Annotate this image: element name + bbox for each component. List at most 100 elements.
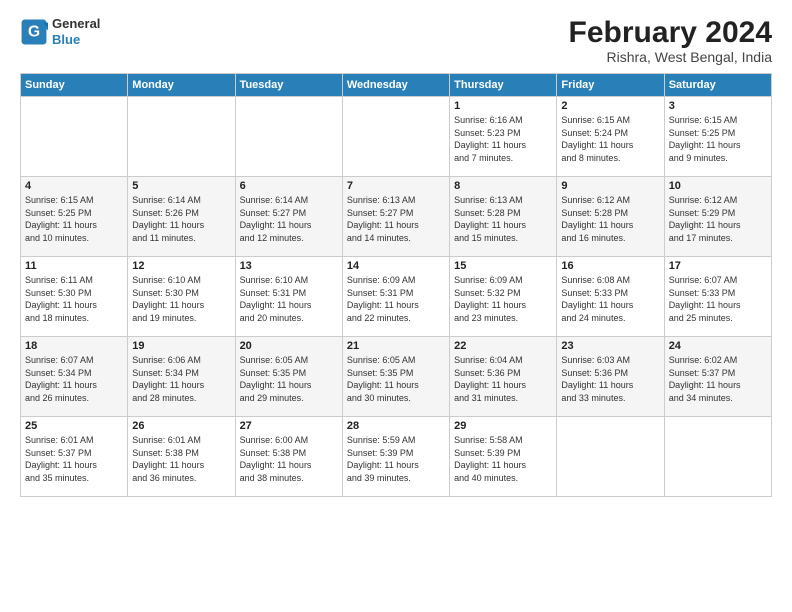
day-cell: 17 Sunrise: 6:07 AM Sunset: 5:33 PM Dayli… bbox=[664, 257, 771, 337]
page-subtitle: Rishra, West Bengal, India bbox=[569, 49, 772, 65]
day-cell: 25Sunrise: 6:01 AM Sunset: 5:37 PM Dayli… bbox=[21, 417, 128, 497]
logo: G General Blue bbox=[20, 16, 100, 47]
day-cell: 20 Sunrise: 6:05 AM Sunset: 5:35 PM Dayli… bbox=[235, 337, 342, 417]
page: G General Blue February 2024 Rishra, Wes… bbox=[0, 0, 792, 507]
day-number: 11 bbox=[25, 260, 123, 272]
logo-icon: G bbox=[20, 18, 48, 46]
day-number: 4 bbox=[25, 180, 123, 192]
day-cell: 4 Sunrise: 6:15 AM Sunset: 5:25 PM Daylig… bbox=[21, 177, 128, 257]
day-number: 12 bbox=[132, 260, 230, 272]
day-number: 16 bbox=[561, 260, 659, 272]
day-info: Sunrise: 6:03 AM Sunset: 5:36 PM Dayligh… bbox=[561, 354, 659, 404]
day-cell: 14 Sunrise: 6:09 AM Sunset: 5:31 PM Dayli… bbox=[342, 257, 449, 337]
week-row-1: 4 Sunrise: 6:15 AM Sunset: 5:25 PM Daylig… bbox=[21, 177, 772, 257]
day-number: 9 bbox=[561, 180, 659, 192]
day-cell: 13Sunrise: 6:10 AM Sunset: 5:31 PM Dayli… bbox=[235, 257, 342, 337]
week-row-4: 25Sunrise: 6:01 AM Sunset: 5:37 PM Dayli… bbox=[21, 417, 772, 497]
header-row: SundayMondayTuesdayWednesdayThursdayFrid… bbox=[21, 74, 772, 97]
header-cell-wednesday: Wednesday bbox=[342, 74, 449, 97]
day-cell: 26 Sunrise: 6:01 AM Sunset: 5:38 PM Dayli… bbox=[128, 417, 235, 497]
day-cell: 1 Sunrise: 6:16 AM Sunset: 5:23 PM Daylig… bbox=[450, 97, 557, 177]
day-cell: 8Sunrise: 6:13 AM Sunset: 5:28 PM Daylig… bbox=[450, 177, 557, 257]
day-cell: 6 Sunrise: 6:14 AM Sunset: 5:27 PM Daylig… bbox=[235, 177, 342, 257]
day-number: 2 bbox=[561, 100, 659, 112]
day-number: 10 bbox=[669, 180, 767, 192]
day-cell: 11 Sunrise: 6:11 AM Sunset: 5:30 PM Dayli… bbox=[21, 257, 128, 337]
header-cell-monday: Monday bbox=[128, 74, 235, 97]
day-number: 27 bbox=[240, 420, 338, 432]
day-cell: 23 Sunrise: 6:03 AM Sunset: 5:36 PM Dayli… bbox=[557, 337, 664, 417]
day-info: Sunrise: 6:04 AM Sunset: 5:36 PM Dayligh… bbox=[454, 354, 552, 404]
day-number: 15 bbox=[454, 260, 552, 272]
day-cell: 24 Sunrise: 6:02 AM Sunset: 5:37 PM Dayli… bbox=[664, 337, 771, 417]
day-info: Sunrise: 6:15 AM Sunset: 5:25 PM Dayligh… bbox=[669, 114, 767, 164]
day-cell: 18 Sunrise: 6:07 AM Sunset: 5:34 PM Dayli… bbox=[21, 337, 128, 417]
day-info: Sunrise: 6:10 AM Sunset: 5:30 PM Dayligh… bbox=[132, 274, 230, 324]
day-info: Sunrise: 6:13 AM Sunset: 5:27 PM Dayligh… bbox=[347, 194, 445, 244]
day-cell: 19 Sunrise: 6:06 AM Sunset: 5:34 PM Dayli… bbox=[128, 337, 235, 417]
day-info: Sunrise: 6:08 AM Sunset: 5:33 PM Dayligh… bbox=[561, 274, 659, 324]
week-row-2: 11 Sunrise: 6:11 AM Sunset: 5:30 PM Dayli… bbox=[21, 257, 772, 337]
day-cell bbox=[664, 417, 771, 497]
day-info: Sunrise: 6:09 AM Sunset: 5:31 PM Dayligh… bbox=[347, 274, 445, 324]
day-number: 23 bbox=[561, 340, 659, 352]
day-info: Sunrise: 6:05 AM Sunset: 5:35 PM Dayligh… bbox=[347, 354, 445, 404]
header-cell-sunday: Sunday bbox=[21, 74, 128, 97]
day-cell: 12 Sunrise: 6:10 AM Sunset: 5:30 PM Dayli… bbox=[128, 257, 235, 337]
day-info: Sunrise: 5:58 AM Sunset: 5:39 PM Dayligh… bbox=[454, 434, 552, 484]
day-number: 19 bbox=[132, 340, 230, 352]
day-cell bbox=[128, 97, 235, 177]
day-cell: 3 Sunrise: 6:15 AM Sunset: 5:25 PM Daylig… bbox=[664, 97, 771, 177]
day-number: 28 bbox=[347, 420, 445, 432]
day-info: Sunrise: 6:11 AM Sunset: 5:30 PM Dayligh… bbox=[25, 274, 123, 324]
day-number: 5 bbox=[132, 180, 230, 192]
day-info: Sunrise: 5:59 AM Sunset: 5:39 PM Dayligh… bbox=[347, 434, 445, 484]
day-info: Sunrise: 6:12 AM Sunset: 5:28 PM Dayligh… bbox=[561, 194, 659, 244]
day-cell bbox=[557, 417, 664, 497]
day-number: 6 bbox=[240, 180, 338, 192]
day-info: Sunrise: 6:00 AM Sunset: 5:38 PM Dayligh… bbox=[240, 434, 338, 484]
day-cell: 10 Sunrise: 6:12 AM Sunset: 5:29 PM Dayli… bbox=[664, 177, 771, 257]
day-info: Sunrise: 6:16 AM Sunset: 5:23 PM Dayligh… bbox=[454, 114, 552, 164]
day-number: 18 bbox=[25, 340, 123, 352]
day-number: 7 bbox=[347, 180, 445, 192]
day-info: Sunrise: 6:15 AM Sunset: 5:25 PM Dayligh… bbox=[25, 194, 123, 244]
day-info: Sunrise: 6:01 AM Sunset: 5:38 PM Dayligh… bbox=[132, 434, 230, 484]
day-number: 1 bbox=[454, 100, 552, 112]
day-number: 3 bbox=[669, 100, 767, 112]
day-number: 20 bbox=[240, 340, 338, 352]
day-info: Sunrise: 6:15 AM Sunset: 5:24 PM Dayligh… bbox=[561, 114, 659, 164]
day-info: Sunrise: 6:14 AM Sunset: 5:27 PM Dayligh… bbox=[240, 194, 338, 244]
title-area: February 2024 Rishra, West Bengal, India bbox=[569, 16, 772, 65]
day-number: 24 bbox=[669, 340, 767, 352]
logo-text-blue: Blue bbox=[52, 32, 100, 48]
day-number: 14 bbox=[347, 260, 445, 272]
day-info: Sunrise: 6:12 AM Sunset: 5:29 PM Dayligh… bbox=[669, 194, 767, 244]
day-cell: 27 Sunrise: 6:00 AM Sunset: 5:38 PM Dayli… bbox=[235, 417, 342, 497]
day-cell: 21 Sunrise: 6:05 AM Sunset: 5:35 PM Dayli… bbox=[342, 337, 449, 417]
day-cell: 5Sunrise: 6:14 AM Sunset: 5:26 PM Daylig… bbox=[128, 177, 235, 257]
day-cell bbox=[235, 97, 342, 177]
day-cell bbox=[21, 97, 128, 177]
header: G General Blue February 2024 Rishra, Wes… bbox=[20, 16, 772, 65]
day-info: Sunrise: 6:06 AM Sunset: 5:34 PM Dayligh… bbox=[132, 354, 230, 404]
day-number: 21 bbox=[347, 340, 445, 352]
svg-text:G: G bbox=[28, 23, 40, 40]
week-row-0: 1 Sunrise: 6:16 AM Sunset: 5:23 PM Daylig… bbox=[21, 97, 772, 177]
day-info: Sunrise: 6:02 AM Sunset: 5:37 PM Dayligh… bbox=[669, 354, 767, 404]
day-cell: 7 Sunrise: 6:13 AM Sunset: 5:27 PM Daylig… bbox=[342, 177, 449, 257]
week-row-3: 18 Sunrise: 6:07 AM Sunset: 5:34 PM Dayli… bbox=[21, 337, 772, 417]
day-cell: 22Sunrise: 6:04 AM Sunset: 5:36 PM Dayli… bbox=[450, 337, 557, 417]
day-info: Sunrise: 6:05 AM Sunset: 5:35 PM Dayligh… bbox=[240, 354, 338, 404]
day-cell: 2 Sunrise: 6:15 AM Sunset: 5:24 PM Daylig… bbox=[557, 97, 664, 177]
day-info: Sunrise: 6:07 AM Sunset: 5:33 PM Dayligh… bbox=[669, 274, 767, 324]
calendar-table: SundayMondayTuesdayWednesdayThursdayFrid… bbox=[20, 73, 772, 497]
day-number: 13 bbox=[240, 260, 338, 272]
day-cell: 28 Sunrise: 5:59 AM Sunset: 5:39 PM Dayli… bbox=[342, 417, 449, 497]
day-number: 17 bbox=[669, 260, 767, 272]
day-info: Sunrise: 6:13 AM Sunset: 5:28 PM Dayligh… bbox=[454, 194, 552, 244]
day-info: Sunrise: 6:07 AM Sunset: 5:34 PM Dayligh… bbox=[25, 354, 123, 404]
day-info: Sunrise: 6:09 AM Sunset: 5:32 PM Dayligh… bbox=[454, 274, 552, 324]
day-number: 29 bbox=[454, 420, 552, 432]
day-number: 26 bbox=[132, 420, 230, 432]
